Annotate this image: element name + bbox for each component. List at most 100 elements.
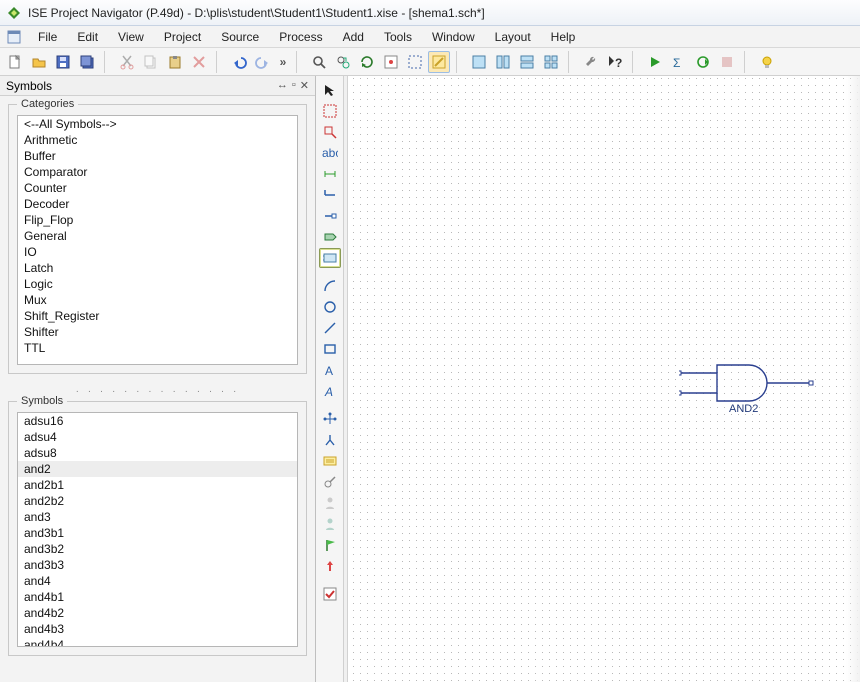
rect-icon[interactable] (319, 339, 341, 359)
menu-add[interactable]: Add (333, 28, 374, 46)
list-item[interactable]: Latch (18, 260, 297, 276)
port-icon[interactable] (319, 227, 341, 247)
zoom-box-icon[interactable] (319, 101, 341, 121)
probe-icon[interactable] (319, 472, 341, 492)
list-item[interactable]: and3 (18, 509, 297, 525)
list-item[interactable]: Shift_Register (18, 308, 297, 324)
save-all-icon[interactable] (76, 51, 98, 73)
panel-dock-icon[interactable]: ↔ (277, 79, 288, 92)
symbol-icon[interactable] (319, 248, 341, 268)
list-item[interactable]: Decoder (18, 196, 297, 212)
undo-icon[interactable] (228, 51, 250, 73)
stop-icon[interactable] (716, 51, 738, 73)
person2-icon[interactable] (319, 514, 341, 534)
panel-menu-icon[interactable]: ▫ (292, 79, 296, 92)
schematic-canvas[interactable]: AND2 (344, 76, 860, 682)
list-item[interactable]: adsu4 (18, 429, 297, 445)
flag-icon[interactable] (319, 535, 341, 555)
circle-icon[interactable] (319, 297, 341, 317)
menu-file[interactable]: File (28, 28, 67, 46)
abc-icon[interactable]: abc (319, 143, 341, 163)
list-item[interactable]: and3b1 (18, 525, 297, 541)
list-item[interactable]: Arithmetic (18, 132, 297, 148)
text-icon[interactable]: A (319, 360, 341, 380)
categories-listbox[interactable]: <--All Symbols-->ArithmeticBufferCompara… (17, 115, 298, 365)
list-item[interactable]: and4b3 (18, 621, 297, 637)
list-item[interactable]: adsu16 (18, 413, 297, 429)
list-item[interactable]: Flip_Flop (18, 212, 297, 228)
person-icon[interactable] (319, 493, 341, 513)
redo-icon[interactable] (252, 51, 274, 73)
toolbar-overflow[interactable]: » (276, 51, 290, 73)
menu-help[interactable]: Help (541, 28, 586, 46)
delete-icon[interactable] (188, 51, 210, 73)
list-item[interactable]: and4b4 (18, 637, 297, 647)
list-item[interactable]: Logic (18, 276, 297, 292)
copy-icon[interactable] (140, 51, 162, 73)
find-icon[interactable] (308, 51, 330, 73)
menu-tools[interactable]: Tools (374, 28, 422, 46)
list-item[interactable]: TTL (18, 340, 297, 356)
symbols-listbox[interactable]: adsu16adsu4adsu8and2and2b1and2b2and3and3… (17, 412, 298, 647)
sigma-icon[interactable]: Σ (668, 51, 690, 73)
list-item[interactable]: IO (18, 244, 297, 260)
save-icon[interactable] (52, 51, 74, 73)
win3-icon[interactable] (516, 51, 538, 73)
highlight-icon[interactable] (428, 51, 450, 73)
list-item[interactable]: and2b2 (18, 493, 297, 509)
pointer-icon[interactable] (319, 80, 341, 100)
win1-icon[interactable] (468, 51, 490, 73)
help-context-icon[interactable]: ? (604, 51, 626, 73)
tool-a-icon[interactable] (380, 51, 402, 73)
list-item[interactable]: Comparator (18, 164, 297, 180)
cycle-icon[interactable] (692, 51, 714, 73)
menu-source[interactable]: Source (211, 28, 269, 46)
paste-icon[interactable] (164, 51, 186, 73)
text2-icon[interactable]: A (319, 381, 341, 401)
check-icon[interactable] (319, 584, 341, 604)
new-file-icon[interactable] (4, 51, 26, 73)
list-item[interactable]: General (18, 228, 297, 244)
arc-icon[interactable] (319, 276, 341, 296)
menu-process[interactable]: Process (269, 28, 332, 46)
connector-icon[interactable] (319, 185, 341, 205)
list-item[interactable]: and4b1 (18, 589, 297, 605)
list-item[interactable]: and2 (18, 461, 297, 477)
menu-window[interactable]: Window (422, 28, 485, 46)
tree-icon[interactable] (319, 409, 341, 429)
list-item[interactable]: Shifter (18, 324, 297, 340)
list-item[interactable]: Mux (18, 292, 297, 308)
menu-view[interactable]: View (108, 28, 154, 46)
list-item[interactable]: adsu8 (18, 445, 297, 461)
panel-close-icon[interactable]: ✕ (300, 79, 309, 92)
win4-icon[interactable] (540, 51, 562, 73)
gate-and2[interactable]: AND2 (679, 361, 819, 409)
menu-project[interactable]: Project (154, 28, 211, 46)
list-item[interactable]: and4 (18, 573, 297, 589)
bulb-icon[interactable] (756, 51, 778, 73)
pin2-icon[interactable] (319, 556, 341, 576)
menu-layout[interactable]: Layout (485, 28, 541, 46)
fork-icon[interactable] (319, 430, 341, 450)
scrollbar-vertical[interactable] (846, 76, 860, 682)
refresh-icon[interactable] (356, 51, 378, 73)
run-icon[interactable] (644, 51, 666, 73)
pin-icon[interactable] (319, 206, 341, 226)
open-file-icon[interactable] (28, 51, 50, 73)
menu-edit[interactable]: Edit (67, 28, 108, 46)
system-menu-icon[interactable] (6, 29, 22, 45)
legend-icon[interactable] (319, 451, 341, 471)
win2-icon[interactable] (492, 51, 514, 73)
line-icon[interactable] (319, 318, 341, 338)
list-item[interactable]: Buffer (18, 148, 297, 164)
list-item[interactable]: Counter (18, 180, 297, 196)
list-item[interactable]: and3b2 (18, 541, 297, 557)
list-item[interactable]: and4b2 (18, 605, 297, 621)
zoom-icon[interactable] (319, 122, 341, 142)
list-item[interactable]: <--All Symbols--> (18, 116, 297, 132)
dim-icon[interactable] (319, 164, 341, 184)
list-item[interactable]: and3b3 (18, 557, 297, 573)
select-icon[interactable] (404, 51, 426, 73)
wrench-icon[interactable] (580, 51, 602, 73)
replace-icon[interactable] (332, 51, 354, 73)
